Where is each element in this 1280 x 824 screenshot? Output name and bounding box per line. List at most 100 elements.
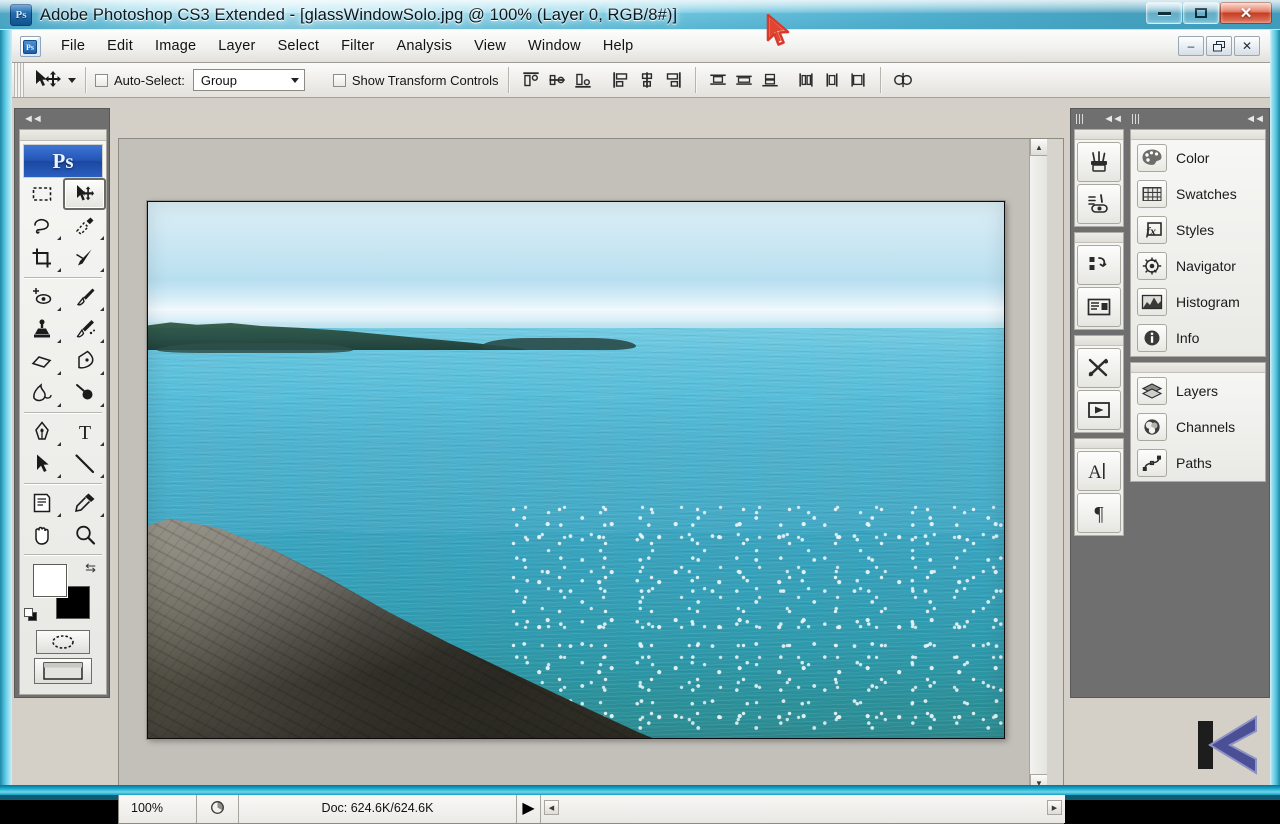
distribute-horizontal-centers-button[interactable]	[821, 69, 843, 91]
menu-image[interactable]: Image	[144, 35, 207, 57]
brush-tool[interactable]	[63, 281, 106, 313]
document-restore-button[interactable]	[1206, 36, 1232, 56]
menu-window[interactable]: Window	[517, 35, 592, 57]
document-close-button[interactable]: ✕	[1234, 36, 1260, 56]
horizontal-type-tool[interactable]: T	[63, 416, 106, 448]
color-profile-icon[interactable]	[197, 792, 239, 823]
menu-help[interactable]: Help	[592, 35, 645, 57]
panel-row-color[interactable]: Color	[1131, 140, 1265, 176]
brushes-panel-icon[interactable]	[1077, 142, 1121, 182]
crop-tool[interactable]	[20, 242, 63, 274]
menu-layer[interactable]: Layer	[207, 35, 266, 57]
path-selection-tool[interactable]	[20, 448, 63, 480]
image-canvas[interactable]	[147, 201, 1005, 739]
move-tool-icon[interactable]	[32, 67, 62, 93]
scroll-up-button[interactable]: ▲	[1030, 139, 1047, 156]
hand-tool[interactable]	[20, 519, 63, 551]
panel-row-layers[interactable]: Layers	[1131, 373, 1265, 409]
distribute-right-edges-button[interactable]	[847, 69, 869, 91]
distribute-top-edges-button[interactable]	[707, 69, 729, 91]
canvas-vertical-scrollbar[interactable]: ▲ ▼	[1029, 139, 1047, 791]
menu-filter[interactable]: Filter	[330, 35, 385, 57]
change-screen-mode-button[interactable]	[34, 658, 92, 684]
scroll-left-button[interactable]: ◀	[544, 800, 559, 815]
paragraph-panel-icon[interactable]: ¶	[1077, 493, 1121, 533]
menu-analysis[interactable]: Analysis	[385, 35, 463, 57]
toolbox-header[interactable]: ◄◄	[15, 109, 109, 129]
notes-tool[interactable]	[20, 487, 63, 519]
show-transform-controls-checkbox[interactable]	[333, 74, 346, 87]
panel-row-paths[interactable]: Paths	[1131, 445, 1265, 481]
swap-colors-icon[interactable]: ⇆	[85, 560, 96, 576]
align-left-edges-button[interactable]	[610, 69, 632, 91]
default-colors-icon[interactable]	[24, 608, 38, 622]
animation-panel-icon[interactable]	[1077, 390, 1121, 430]
align-horizontal-centers-button[interactable]	[636, 69, 658, 91]
history-brush-tool[interactable]	[63, 313, 106, 345]
spot-healing-brush-tool[interactable]	[20, 281, 63, 313]
toolbox-collapse-icon[interactable]: ◄◄	[23, 113, 41, 125]
auto-select-scope-dropdown[interactable]: Group	[193, 69, 305, 91]
distribute-left-edges-button[interactable]	[795, 69, 817, 91]
align-right-edges-button[interactable]	[662, 69, 684, 91]
lasso-tool[interactable]	[20, 210, 63, 242]
dock-collapse-icon-2[interactable]: ◄◄	[1245, 113, 1263, 125]
character-panel-icon[interactable]: A	[1077, 451, 1121, 491]
distribute-bottom-edges-button[interactable]	[759, 69, 781, 91]
slice-tool[interactable]	[63, 242, 106, 274]
move-tool[interactable]	[63, 178, 106, 210]
layer-comps-panel-icon[interactable]	[1077, 287, 1121, 327]
dodge-tool[interactable]	[63, 377, 106, 409]
status-menu-arrow[interactable]: ▶	[517, 792, 541, 823]
zoom-level-field[interactable]: 100%	[119, 792, 197, 823]
clone-source-panel-icon[interactable]	[1077, 245, 1121, 285]
align-bottom-edges-button[interactable]	[572, 69, 594, 91]
eraser-tool[interactable]	[20, 345, 63, 377]
application-title-bar[interactable]: Ps Adobe Photoshop CS3 Extended - [glass…	[0, 0, 1280, 30]
line-tool[interactable]	[63, 448, 106, 480]
back-navigation-arrow[interactable]	[1190, 707, 1262, 783]
measurement-log-panel-icon[interactable]	[1077, 348, 1121, 388]
dock-collapse-icon[interactable]: ◄◄	[1103, 113, 1121, 125]
rectangular-marquee-tool[interactable]	[20, 178, 63, 210]
panel-row-navigator[interactable]: Navigator	[1131, 248, 1265, 284]
edit-in-quick-mask-mode-button[interactable]	[36, 630, 90, 654]
minimize-button[interactable]	[1146, 2, 1182, 24]
document-minimize-button[interactable]: –	[1178, 36, 1204, 56]
align-vertical-centers-button[interactable]	[546, 69, 568, 91]
tool-preset-dropdown-icon[interactable]	[68, 78, 76, 83]
dock-grip[interactable]	[1132, 114, 1141, 124]
dock-icon-column-header[interactable]: ◄◄	[1071, 109, 1127, 129]
maximize-button[interactable]	[1183, 2, 1219, 24]
pen-tool[interactable]	[20, 416, 63, 448]
menu-view[interactable]: View	[463, 35, 517, 57]
align-top-edges-button[interactable]	[520, 69, 542, 91]
scroll-right-button[interactable]: ▶	[1047, 800, 1062, 815]
menu-select[interactable]: Select	[267, 35, 331, 57]
auto-align-layers-button[interactable]	[892, 69, 914, 91]
dock-panel-column-header[interactable]: ◄◄	[1127, 109, 1269, 129]
options-bar-grip[interactable]	[14, 63, 24, 97]
eyedropper-tool[interactable]	[63, 487, 106, 519]
blur-tool[interactable]	[20, 377, 63, 409]
document-menu-icon[interactable]: Ps	[20, 36, 41, 57]
zoom-tool[interactable]	[63, 519, 106, 551]
panel-row-styles[interactable]: fx Styles	[1131, 212, 1265, 248]
canvas-area[interactable]: ▲ ▼	[119, 139, 1047, 791]
close-button[interactable]: ✕	[1220, 2, 1272, 24]
panel-row-swatches[interactable]: Swatches	[1131, 176, 1265, 212]
distribute-vertical-centers-button[interactable]	[733, 69, 755, 91]
quick-selection-tool[interactable]	[63, 210, 106, 242]
panel-row-info[interactable]: Info	[1131, 320, 1265, 356]
foreground-color-swatch[interactable]	[33, 564, 67, 597]
gradient-tool[interactable]	[63, 345, 106, 377]
canvas-horizontal-scrollbar[interactable]: ◀ ▶	[541, 792, 1065, 823]
panel-row-histogram[interactable]: Histogram	[1131, 284, 1265, 320]
auto-select-checkbox[interactable]	[95, 74, 108, 87]
clone-stamp-tool[interactable]	[20, 313, 63, 345]
dock-grip[interactable]	[1076, 114, 1085, 124]
toolbox-grip[interactable]	[20, 130, 106, 141]
tool-presets-panel-icon[interactable]	[1077, 184, 1121, 224]
menu-file[interactable]: File	[50, 35, 96, 57]
menu-edit[interactable]: Edit	[96, 35, 144, 57]
